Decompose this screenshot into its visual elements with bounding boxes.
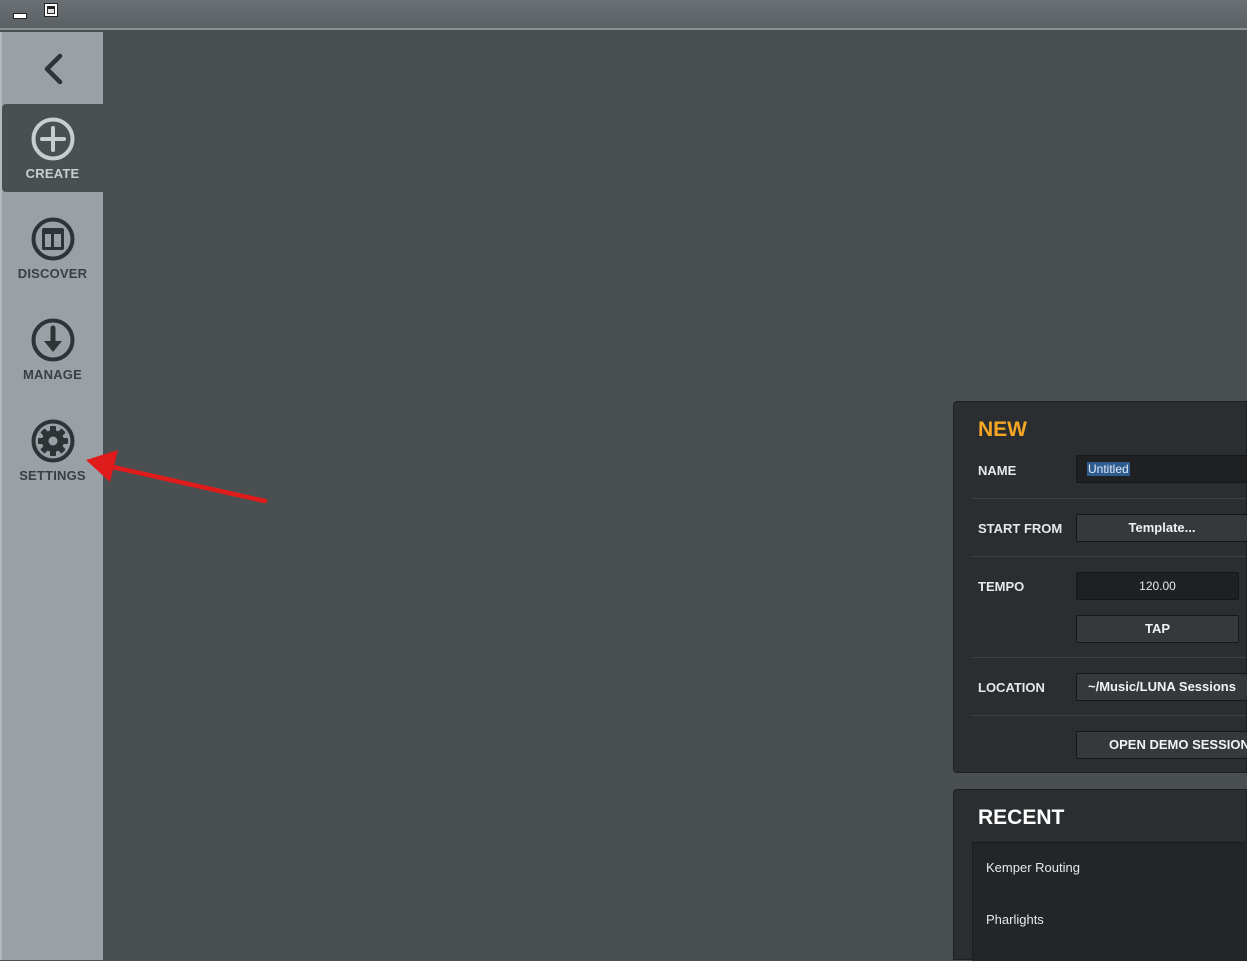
list-item[interactable]: Pharlights — [986, 912, 1044, 927]
tempo-label: TEMPO — [978, 579, 1025, 594]
open-demo-session-button[interactable]: OPEN DEMO SESSION — [1076, 731, 1247, 759]
sidebar-item-create[interactable]: CREATE — [2, 104, 103, 192]
name-label: NAME — [978, 463, 1017, 478]
layout-circle-icon — [31, 217, 75, 261]
sidebar-item-label: MANAGE — [23, 367, 82, 382]
window-titlebar — [0, 0, 1247, 30]
sidebar-item-manage[interactable]: MANAGE — [2, 305, 103, 393]
new-session-panel: NEW NAME Untitled START FROM Template...… — [953, 401, 1247, 773]
tap-button[interactable]: TAP — [1076, 615, 1239, 643]
sidebar-item-label: DISCOVER — [17, 266, 88, 281]
location-button[interactable]: ~/Music/LUNA Sessions — [1076, 673, 1247, 701]
recent-sessions-panel: RECENT Kemper Routing Pharlights — [953, 789, 1247, 961]
sidebar-item-label: CREATE — [25, 166, 80, 181]
chevron-left-icon — [44, 53, 63, 85]
sidebar-item-discover[interactable]: DISCOVER — [2, 204, 103, 292]
name-input[interactable]: Untitled — [1076, 455, 1247, 483]
divider — [972, 498, 1246, 499]
name-input-value: Untitled — [1087, 462, 1130, 476]
divider — [972, 556, 1246, 557]
location-label: LOCATION — [978, 680, 1045, 695]
divider — [972, 715, 1246, 716]
start-from-label: START FROM — [978, 521, 1063, 536]
download-circle-icon — [31, 318, 75, 362]
template-button[interactable]: Template... — [1076, 514, 1247, 542]
tempo-input[interactable]: 120.00 — [1076, 572, 1239, 600]
annotation-arrow-icon — [86, 450, 268, 504]
plus-circle-icon — [31, 117, 75, 161]
list-item[interactable]: Kemper Routing — [986, 860, 1080, 875]
minimize-icon[interactable] — [12, 5, 27, 19]
panel-title: NEW — [978, 418, 1027, 441]
back-button[interactable] — [2, 32, 103, 102]
recent-list: Kemper Routing Pharlights — [972, 842, 1247, 961]
gear-icon — [31, 419, 75, 463]
panel-title: RECENT — [978, 806, 1065, 829]
divider — [972, 657, 1246, 658]
maximize-icon[interactable] — [44, 3, 58, 17]
